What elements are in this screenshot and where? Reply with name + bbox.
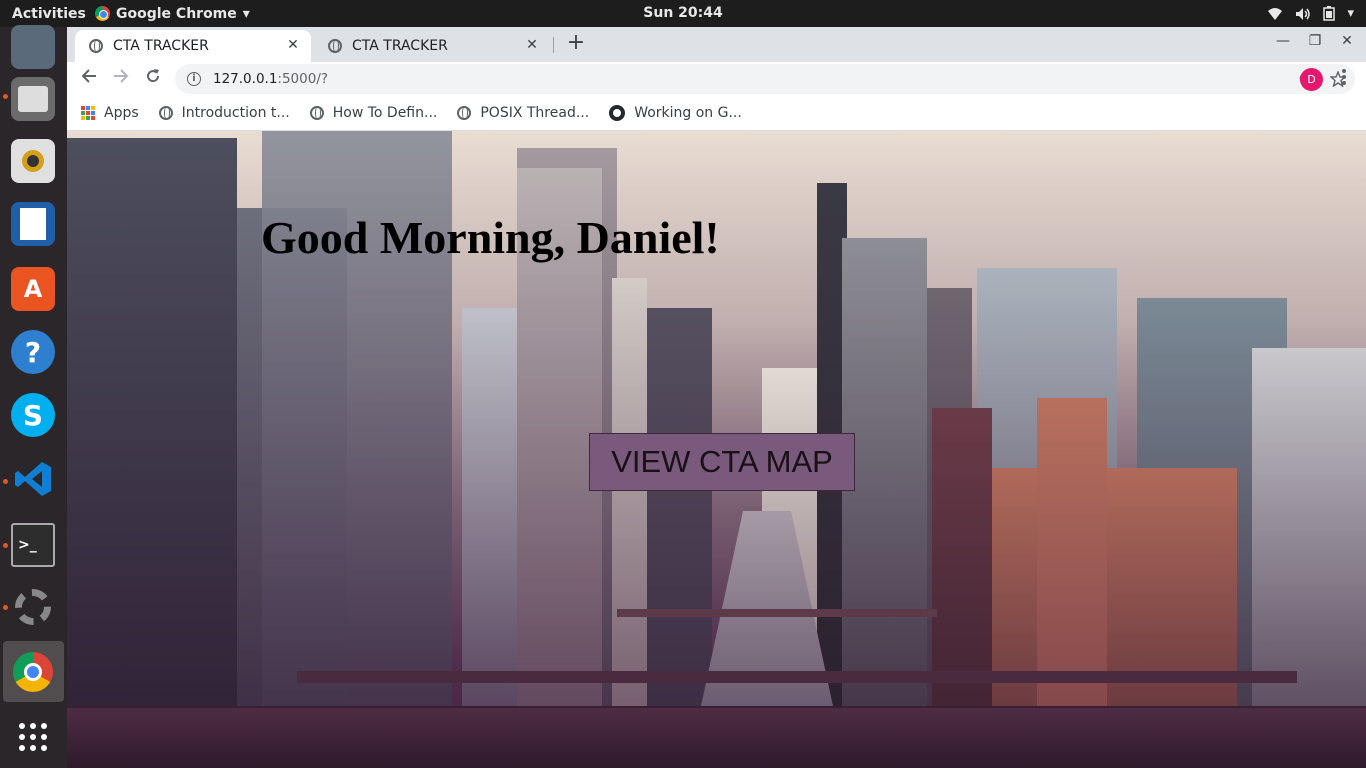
minimize-icon[interactable]: — bbox=[1272, 33, 1294, 49]
tab-title: CTA TRACKER bbox=[352, 38, 448, 54]
music-player-icon[interactable] bbox=[11, 139, 55, 183]
launcher-dock: A ? S >_ bbox=[0, 25, 67, 768]
app-menu[interactable]: Google Chrome ▾ bbox=[95, 6, 250, 22]
system-tray[interactable]: ▾ bbox=[1267, 0, 1354, 27]
file-manager-icon[interactable] bbox=[11, 77, 55, 121]
chrome-icon[interactable] bbox=[11, 650, 55, 694]
forward-icon[interactable] bbox=[108, 66, 134, 92]
help-icon[interactable]: ? bbox=[11, 330, 55, 374]
skype-icon[interactable]: S bbox=[11, 393, 55, 437]
greeting-heading: Good Morning, Daniel! bbox=[261, 212, 720, 263]
tab-cta-tracker-active[interactable]: CTA TRACKER ✕ bbox=[75, 30, 311, 62]
writer-document-icon[interactable] bbox=[11, 202, 55, 246]
show-apps-icon[interactable] bbox=[11, 715, 55, 759]
vscode-icon[interactable] bbox=[11, 457, 55, 501]
tab-strip: CTA TRACKER ✕ CTA TRACKER ✕ + — ❐ ✕ bbox=[67, 27, 1366, 62]
running-indicator bbox=[3, 94, 8, 99]
software-center-icon[interactable]: A bbox=[11, 267, 55, 311]
bookmarks-bar: Apps Introduction t... How To Defin... P… bbox=[67, 96, 1366, 131]
running-indicator bbox=[3, 605, 8, 610]
chevron-down-icon: ▾ bbox=[242, 5, 250, 22]
bookmark-posix-thread[interactable]: POSIX Thread... bbox=[457, 105, 589, 121]
address-bar[interactable]: i 127.0.0.1:5000/? bbox=[175, 64, 1355, 94]
volume-icon bbox=[1296, 7, 1311, 20]
url-host: 127.0.0.1 bbox=[213, 71, 278, 87]
restore-icon[interactable]: ❐ bbox=[1304, 33, 1326, 49]
view-cta-map-button[interactable]: VIEW CTA MAP bbox=[589, 433, 855, 491]
bookmark-working-on-g[interactable]: Working on G... bbox=[609, 105, 742, 121]
email-client-icon[interactable] bbox=[11, 25, 55, 69]
bookmark-introduction[interactable]: Introduction t... bbox=[158, 105, 290, 121]
close-tab-icon[interactable]: ✕ bbox=[524, 37, 540, 53]
globe-icon bbox=[328, 39, 342, 53]
new-tab-button[interactable]: + bbox=[564, 31, 588, 55]
clock[interactable]: Sun 20:44 bbox=[643, 0, 722, 27]
url-path: :5000/? bbox=[277, 71, 329, 87]
globe-icon bbox=[89, 39, 103, 53]
browser-menu-icon[interactable] bbox=[1342, 69, 1346, 85]
globe-icon bbox=[309, 106, 324, 120]
globe-icon bbox=[457, 106, 472, 120]
wifi-icon bbox=[1268, 7, 1283, 20]
bookmark-label: Apps bbox=[104, 105, 139, 121]
battery-icon bbox=[1323, 6, 1336, 21]
bookmark-label: How To Defin... bbox=[332, 105, 438, 121]
globe-icon bbox=[158, 106, 173, 120]
running-indicator bbox=[3, 543, 8, 548]
terminal-icon[interactable]: >_ bbox=[11, 523, 55, 567]
back-icon[interactable] bbox=[76, 66, 102, 92]
tab-cta-tracker[interactable]: CTA TRACKER ✕ bbox=[314, 30, 550, 62]
bookmark-label: Working on G... bbox=[634, 105, 742, 121]
browser-toolbar: i 127.0.0.1:5000/? D bbox=[67, 62, 1366, 96]
activities-button[interactable]: Activities bbox=[0, 6, 95, 22]
chrome-icon bbox=[95, 6, 110, 21]
tray-menu-chevron-icon: ▾ bbox=[1347, 6, 1354, 21]
tab-title: CTA TRACKER bbox=[113, 38, 209, 54]
app-menu-label: Google Chrome bbox=[116, 5, 237, 22]
close-tab-icon[interactable]: ✕ bbox=[285, 37, 301, 53]
close-window-icon[interactable]: ✕ bbox=[1336, 33, 1358, 49]
tab-divider bbox=[553, 37, 554, 53]
github-icon bbox=[609, 105, 626, 121]
running-indicator bbox=[3, 479, 8, 484]
bookmark-label: Introduction t... bbox=[181, 105, 290, 121]
bookmark-how-to-define[interactable]: How To Defin... bbox=[309, 105, 438, 121]
reload-icon[interactable] bbox=[140, 66, 166, 92]
page-content: Good Morning, Daniel! VIEW CTA MAP bbox=[67, 131, 1366, 768]
site-info-icon[interactable]: i bbox=[187, 72, 201, 86]
system-settings-icon[interactable] bbox=[11, 585, 55, 629]
profile-avatar[interactable]: D bbox=[1300, 68, 1323, 91]
bookmark-label: POSIX Thread... bbox=[480, 105, 590, 121]
apps-grid-icon bbox=[81, 106, 95, 120]
gnome-top-bar: Activities Google Chrome ▾ Sun 20:44 ▾ bbox=[0, 0, 1366, 27]
bookmark-apps[interactable]: Apps bbox=[67, 105, 139, 121]
